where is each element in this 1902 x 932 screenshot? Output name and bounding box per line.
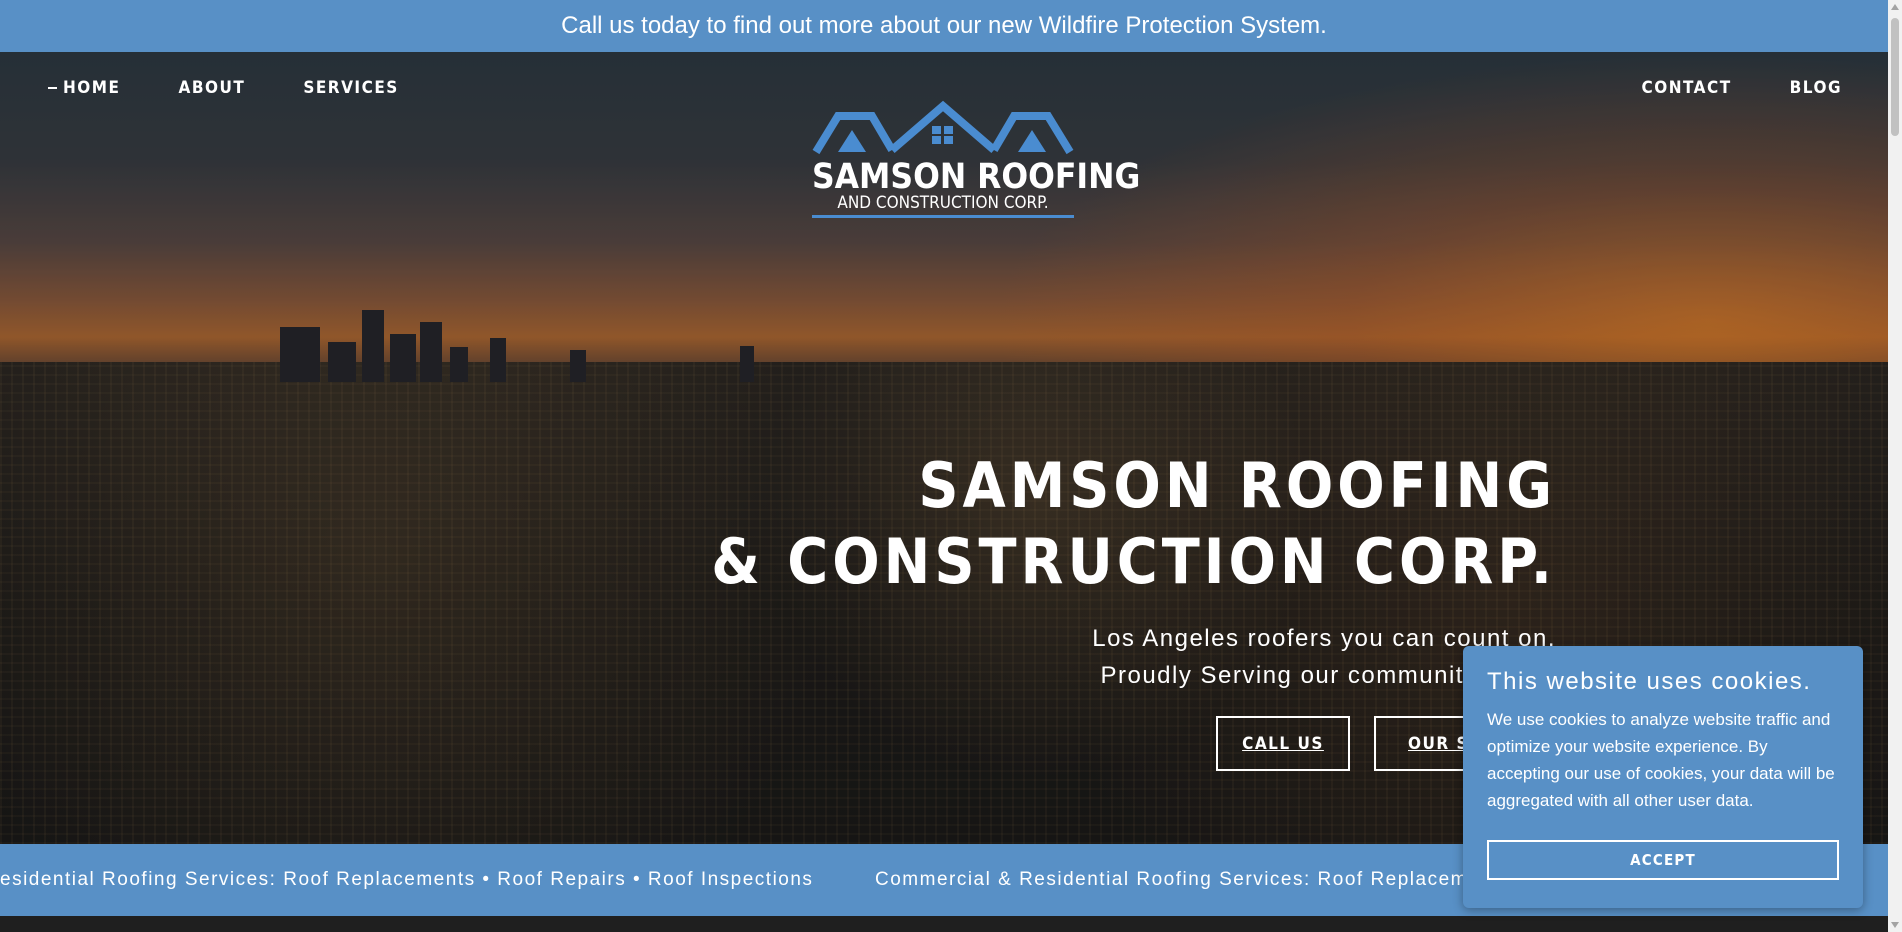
scroll-down-icon[interactable] bbox=[1891, 922, 1899, 928]
hero-headline: SAMSON ROOFING & CONSTRUCTION CORP. bbox=[711, 449, 1556, 598]
logo-line-1: SAMSON ROOFING bbox=[812, 157, 1141, 197]
primary-nav-right: CONTACT BLOG bbox=[1584, 64, 1842, 112]
cookie-banner: This website uses cookies. We use cookie… bbox=[1463, 646, 1863, 908]
nav-home[interactable]: HOME bbox=[48, 78, 120, 98]
call-us-button[interactable]: CALL US bbox=[1216, 716, 1350, 771]
ticker-item: Commercial & Residential Roofing Service… bbox=[875, 869, 1468, 890]
hero-subheading: Los Angeles roofers you can count on. Pr… bbox=[1092, 625, 1556, 689]
cookie-body: We use cookies to analyze website traffi… bbox=[1487, 710, 1835, 810]
cookie-title: This website uses cookies. bbox=[1487, 668, 1812, 695]
ticker-item: esidential Roofing Services: Roof Replac… bbox=[0, 869, 814, 890]
announcement-text: Call us today to find out more about our… bbox=[561, 12, 1327, 39]
nav-contact[interactable]: CONTACT bbox=[1642, 78, 1732, 98]
roof-logo-icon bbox=[812, 100, 1074, 155]
nav-about[interactable]: ABOUT bbox=[178, 78, 245, 98]
nav-blog[interactable]: BLOG bbox=[1790, 78, 1842, 98]
site-logo[interactable]: SAMSON ROOFING AND CONSTRUCTION CORP. bbox=[812, 100, 1141, 230]
scroll-up-icon[interactable] bbox=[1891, 4, 1899, 10]
active-indicator bbox=[48, 87, 57, 89]
announcement-bar: Call us today to find out more about our… bbox=[0, 0, 1888, 52]
nav-services[interactable]: SERVICES bbox=[303, 78, 398, 98]
accept-cookies-button[interactable]: ACCEPT bbox=[1487, 840, 1839, 880]
logo-line-2: AND CONSTRUCTION CORP. bbox=[812, 194, 1074, 218]
primary-nav-left: HOME ABOUT SERVICES bbox=[48, 64, 457, 112]
scrollbar-thumb[interactable] bbox=[1891, 18, 1899, 136]
page-scrollbar[interactable] bbox=[1888, 0, 1902, 932]
